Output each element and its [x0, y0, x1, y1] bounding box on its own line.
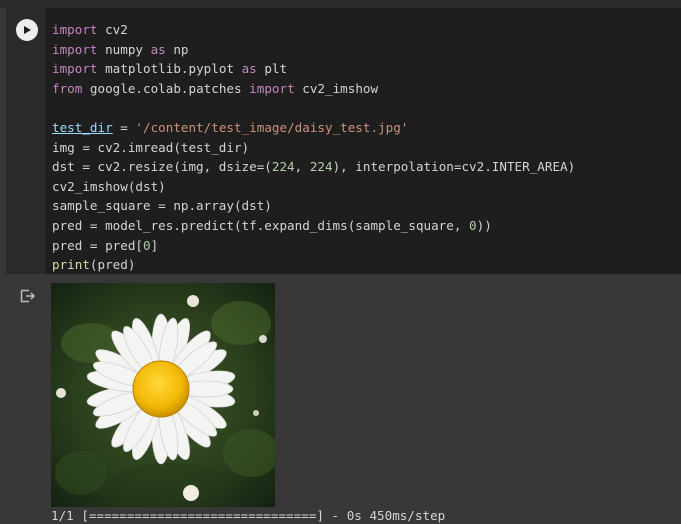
code-token: '/content/test_image/daisy_test.jpg' — [135, 119, 409, 135]
code-token: (pred) — [89, 257, 136, 273]
code-token: dst = cv2.resize(img, dsize=( — [52, 159, 272, 175]
code-line: test_dir = '/content/test_image/daisy_te… — [52, 118, 575, 138]
code-token: import — [52, 22, 98, 37]
code-token: 224 — [271, 159, 295, 175]
code-line: dst = cv2.resize(img, dsize=(224, 224), … — [52, 157, 575, 177]
top-strip — [0, 0, 681, 8]
code-token: cv2_imshow — [294, 80, 379, 96]
code-token: as — [150, 41, 166, 57]
output-icon[interactable] — [20, 289, 36, 303]
code-token: pred = model_res.predict(tf.expand_dims(… — [52, 217, 470, 233]
daisy-output-image — [51, 283, 275, 507]
code-token: cv2_imshow(dst) — [52, 178, 166, 194]
code-line: print(pred) — [52, 255, 575, 275]
code-token: 0 — [469, 217, 477, 233]
code-token: img = cv2.imread(test_dir) — [52, 139, 250, 155]
code-token: import — [249, 80, 295, 96]
code-line: sample_square = np.array(dst) — [52, 196, 575, 216]
code-line: img = cv2.imread(test_dir) — [52, 138, 575, 158]
code-token: as — [241, 61, 257, 77]
code-token: np — [165, 41, 189, 57]
code-line: from google.colab.patches import cv2_ims… — [52, 79, 575, 99]
code-line: pred = model_res.predict(tf.expand_dims(… — [52, 216, 575, 236]
code-editor[interactable]: import cv2 import numpy as np import matpl… — [52, 20, 575, 275]
code-token: sample_square = np.array(dst) — [52, 198, 272, 214]
code-token: import — [52, 61, 98, 77]
code-line: cv2_imshow(dst) — [52, 177, 575, 197]
code-token: numpy — [97, 41, 151, 57]
code-line: pred = pred[0] — [52, 236, 575, 256]
code-token: ] — [150, 237, 159, 253]
code-token: cv2 — [97, 22, 128, 37]
code-token: import — [52, 41, 98, 57]
code-line: import cv2 — [52, 20, 575, 40]
run-cell-button[interactable] — [16, 19, 38, 41]
play-icon — [24, 26, 31, 34]
code-line: import numpy as np — [52, 40, 575, 60]
code-token: from — [52, 80, 83, 96]
code-token: , — [294, 159, 310, 175]
code-token: )) — [476, 217, 492, 233]
progress-output: 1/1 [==============================] - 0… — [51, 508, 446, 523]
code-token: pred = pred[ — [52, 237, 143, 253]
cell-gutter — [6, 8, 46, 274]
code-token: = — [112, 119, 136, 135]
code-token: ), interpolation=cv2.INTER_AREA) — [332, 159, 576, 175]
code-token: 224 — [309, 159, 333, 175]
code-token: print — [52, 257, 90, 273]
output-gutter — [0, 274, 46, 524]
code-token: plt — [256, 61, 288, 77]
code-token: matplotlib.pyplot — [97, 61, 242, 77]
code-line: import matplotlib.pyplot as plt — [52, 59, 575, 79]
code-cell[interactable]: import cv2 import numpy as np import matpl… — [6, 8, 681, 274]
code-token: test_dir — [52, 119, 113, 135]
code-token: 0 — [143, 237, 151, 253]
code-token: google.colab.patches — [82, 80, 250, 96]
